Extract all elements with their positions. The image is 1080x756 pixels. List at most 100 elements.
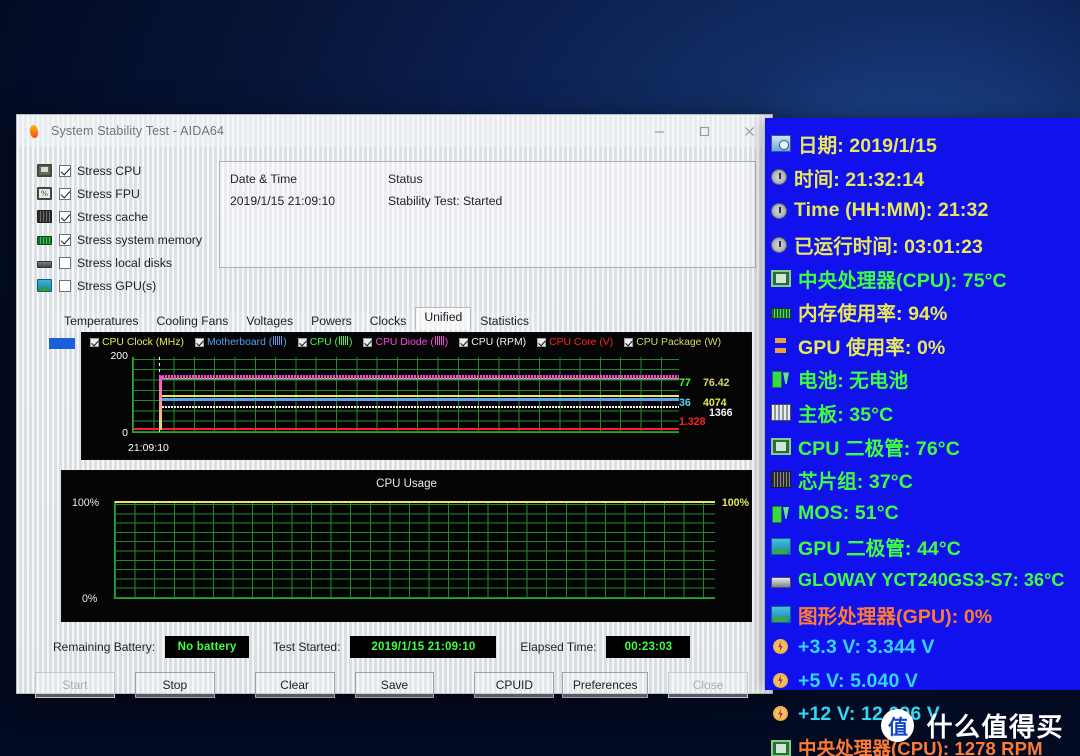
value-cpu-usage: 100% bbox=[721, 497, 749, 509]
legend-label: Motherboard () bbox=[206, 336, 287, 348]
clock-icon bbox=[771, 202, 787, 219]
cpuid-button[interactable]: CPUID bbox=[474, 672, 555, 698]
smzdm-logo-icon: 值 bbox=[881, 709, 915, 742]
osd-item-time: 时间: 21:32:14 bbox=[771, 161, 1080, 195]
status-log-panel[interactable]: Date & Time Status 2019/1/15 21:09:10 St… bbox=[219, 161, 756, 268]
legend-item-motherboard[interactable]: Motherboard () bbox=[194, 336, 287, 348]
series-cpu-core-v bbox=[133, 428, 679, 430]
tab-powers[interactable]: Powers bbox=[302, 311, 361, 332]
stop-button[interactable]: Stop bbox=[134, 672, 215, 698]
save-button[interactable]: Save bbox=[354, 672, 435, 698]
stress-option-cache[interactable]: Stress cache bbox=[37, 207, 207, 226]
checkbox[interactable] bbox=[59, 233, 71, 246]
osd-item-label: GLOWAY YCT240GS3-S7: 36°C bbox=[798, 570, 1065, 591]
elapsed-time-label: Elapsed Time: bbox=[520, 640, 597, 654]
gpu-load-icon bbox=[771, 337, 791, 354]
osd-item-label: 图形处理器(GPU): 0% bbox=[798, 605, 993, 628]
checkbox[interactable] bbox=[537, 337, 547, 347]
hdd-icon bbox=[771, 576, 791, 588]
checkbox[interactable] bbox=[459, 337, 469, 347]
osd-item-label: 芯片组: 37°C bbox=[798, 471, 913, 494]
graph-tabs: Temperatures Cooling Fans Voltages Power… bbox=[23, 307, 772, 332]
legend-item-cpu-rpm[interactable]: CPU (RPM) bbox=[459, 337, 526, 348]
maximize-icon[interactable] bbox=[682, 115, 727, 147]
legend-label: CPU Package (W) bbox=[636, 336, 722, 348]
osd-item-cpu-temp: 中央处理器(CPU): 75°C bbox=[771, 261, 1080, 295]
checkbox[interactable] bbox=[59, 279, 71, 292]
tab-clocks[interactable]: Clocks bbox=[360, 311, 416, 332]
checkbox[interactable] bbox=[363, 337, 373, 347]
legend-item-cpu-package-w[interactable]: CPU Package (W) bbox=[624, 337, 721, 348]
log-cell-status: Stability Test: Started bbox=[388, 194, 503, 208]
unified-plot: 200 0 bbox=[110, 350, 679, 439]
value-cpu-temp: 77 bbox=[679, 376, 691, 389]
checkbox[interactable] bbox=[297, 337, 307, 347]
tab-unified[interactable]: Unified bbox=[415, 307, 472, 330]
osd-item-label: MOS: 51°C bbox=[798, 501, 899, 524]
legend-item-cpu-clock[interactable]: CPU Clock (MHz) bbox=[90, 337, 184, 348]
tab-cooling-fans[interactable]: Cooling Fans bbox=[147, 311, 238, 332]
window-titlebar: System Stability Test - AIDA64 bbox=[17, 115, 772, 147]
osd-item-date: 日期: 2019/1/15 bbox=[771, 127, 1080, 161]
y-tick-max: 200 bbox=[110, 350, 128, 362]
checkbox[interactable] bbox=[624, 337, 634, 347]
start-button[interactable]: Start bbox=[35, 672, 115, 698]
test-started-value: 2019/1/15 21:09:10 bbox=[350, 636, 497, 658]
battery-icon bbox=[771, 505, 791, 523]
osd-item-gpu-diode: GPU 二极管: 44°C bbox=[771, 530, 1080, 564]
stress-option-gpus[interactable]: Stress GPU(s) bbox=[37, 276, 207, 295]
legend-item-cpu-core-v[interactable]: CPU Core (V) bbox=[537, 337, 613, 348]
tab-voltages[interactable]: Voltages bbox=[237, 311, 303, 332]
osd-item-voltage-5v: +5 V: 5.040 V bbox=[771, 665, 1080, 699]
memory-icon bbox=[771, 307, 791, 319]
osd-item-voltage-3v3: +3.3 V: 3.344 V bbox=[771, 631, 1080, 665]
legend-label: CPU Diode () bbox=[375, 336, 449, 348]
legend-item-cpu-temp[interactable]: CPU () bbox=[297, 336, 352, 348]
stress-option-label: Stress GPU(s) bbox=[77, 278, 157, 293]
stress-option-system-memory[interactable]: Stress system memory bbox=[37, 230, 207, 249]
voltage-icon bbox=[771, 672, 791, 690]
osd-item-chipset-temp: 芯片组: 37°C bbox=[771, 463, 1080, 497]
smzdm-watermark-text: 什么值得买 bbox=[926, 712, 1064, 742]
date-icon bbox=[771, 135, 791, 153]
cpu-usage-chart[interactable]: CPU Usage 100% 0% 100% bbox=[61, 470, 752, 622]
checkbox[interactable] bbox=[59, 187, 71, 200]
cache-icon bbox=[771, 471, 791, 489]
stress-option-label: Stress local disks bbox=[77, 255, 172, 270]
checkbox[interactable] bbox=[194, 337, 204, 347]
osd-item-label: 时间: 21:32:14 bbox=[794, 168, 925, 191]
stress-option-fpu[interactable]: % Stress FPU bbox=[37, 184, 207, 203]
cache-icon bbox=[37, 210, 52, 223]
checkbox[interactable] bbox=[59, 164, 71, 177]
flame-icon bbox=[27, 124, 42, 139]
checkbox[interactable] bbox=[59, 256, 71, 269]
battery-icon bbox=[771, 370, 791, 389]
stress-option-cpu[interactable]: Stress CPU bbox=[37, 161, 207, 180]
osd-item-label: 内存使用率: 94% bbox=[798, 303, 948, 326]
preferences-button[interactable]: Preferences bbox=[562, 672, 649, 698]
window-controls bbox=[637, 115, 772, 147]
osd-item-gpu-usage: GPU 使用率: 0% bbox=[771, 329, 1080, 363]
osd-item-label: 日期: 2019/1/15 bbox=[798, 135, 937, 158]
status-strip: Remaining Battery: No battery Test Start… bbox=[53, 636, 772, 658]
clock-icon bbox=[771, 236, 787, 253]
stress-option-local-disks[interactable]: Stress local disks bbox=[37, 253, 207, 272]
unified-sensor-chart[interactable]: CPU Clock (MHz) Motherboard () CPU () CP… bbox=[81, 332, 752, 460]
aida64-stability-test-window: System Stability Test - AIDA64 Stress CP… bbox=[16, 114, 773, 698]
minimize-icon[interactable] bbox=[637, 115, 682, 147]
close-button[interactable]: Close bbox=[668, 672, 748, 698]
stress-option-label: Stress cache bbox=[77, 209, 149, 224]
cpu-usage-plot bbox=[114, 501, 715, 599]
clear-button[interactable]: Clear bbox=[254, 672, 335, 698]
legend-item-cpu-diode[interactable]: CPU Diode () bbox=[363, 336, 448, 348]
checkbox[interactable] bbox=[59, 210, 71, 223]
log-header-row: Date & Time Status bbox=[220, 168, 755, 190]
checkbox[interactable] bbox=[90, 337, 99, 347]
tab-temperatures[interactable]: Temperatures bbox=[55, 311, 148, 332]
tab-statistics[interactable]: Statistics bbox=[471, 311, 539, 332]
battery-value: No battery bbox=[165, 636, 250, 658]
value-cpu-rpm: 1366 bbox=[709, 407, 733, 420]
vga-icon bbox=[771, 605, 791, 623]
y-tick-min: 0 bbox=[122, 427, 128, 439]
osd-item-label: GPU 使用率: 0% bbox=[798, 336, 946, 359]
